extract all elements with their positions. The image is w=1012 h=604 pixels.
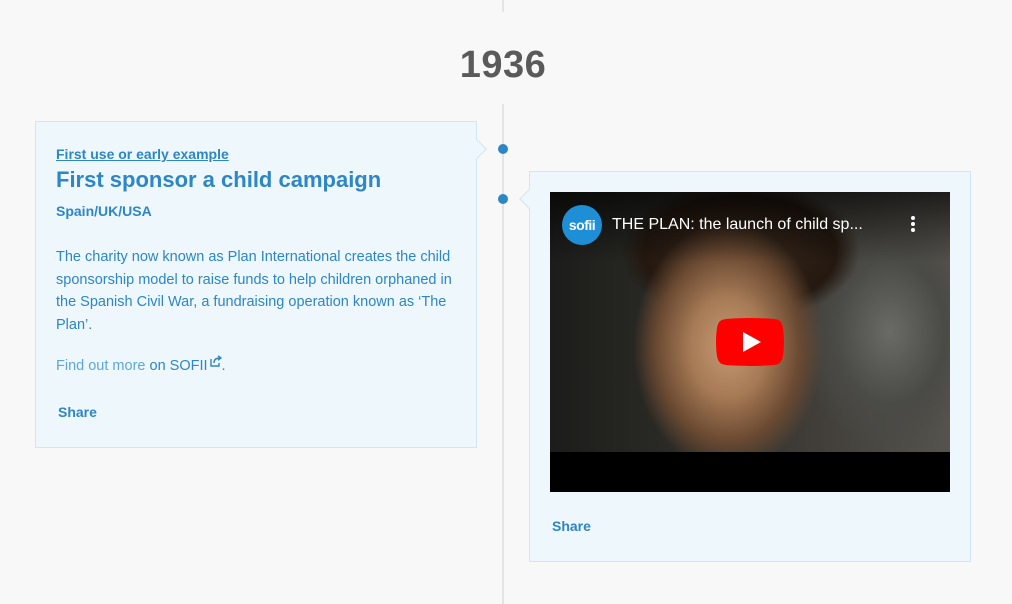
sofii-link-label: SOFII (169, 358, 208, 374)
timeline-dot (498, 194, 508, 204)
channel-avatar[interactable]: sofii (562, 205, 602, 245)
play-icon (716, 318, 784, 366)
sofii-link[interactable]: SOFII (169, 355, 222, 374)
find-out-more-period: . (221, 358, 226, 374)
card-pointer (519, 189, 539, 209)
timeline-dot (498, 144, 508, 154)
channel-logo-text: sofii (568, 217, 596, 233)
more-vert-icon[interactable] (906, 216, 920, 236)
find-out-more-link[interactable]: Find out more (56, 358, 145, 374)
share-button[interactable]: Share (552, 518, 591, 534)
find-out-more-connector: on (149, 358, 166, 374)
timeline-line-top (502, 0, 504, 12)
entry-location: Spain/UK/USA (56, 203, 152, 219)
timeline-entry-card: First use or early example First sponsor… (35, 121, 487, 448)
category-link[interactable]: First use or early example (56, 146, 229, 162)
video-player[interactable]: sofii THE PLAN: the launch of child sp..… (550, 192, 950, 492)
timeline-line (502, 104, 504, 604)
card-pointer (467, 139, 487, 159)
external-link-icon (209, 355, 222, 371)
entry-description: The charity now known as Plan Internatio… (56, 249, 452, 333)
video-title[interactable]: THE PLAN: the launch of child sp... (612, 216, 902, 234)
video-entry-card: sofii THE PLAN: the launch of child sp..… (519, 171, 971, 562)
timeline-year: 1936 (459, 44, 547, 86)
share-button[interactable]: Share (58, 404, 97, 420)
find-out-more-line: Find out more on SOFII. (56, 355, 226, 374)
entry-title: First sponsor a child campaign (56, 167, 382, 192)
play-button[interactable] (716, 318, 784, 366)
